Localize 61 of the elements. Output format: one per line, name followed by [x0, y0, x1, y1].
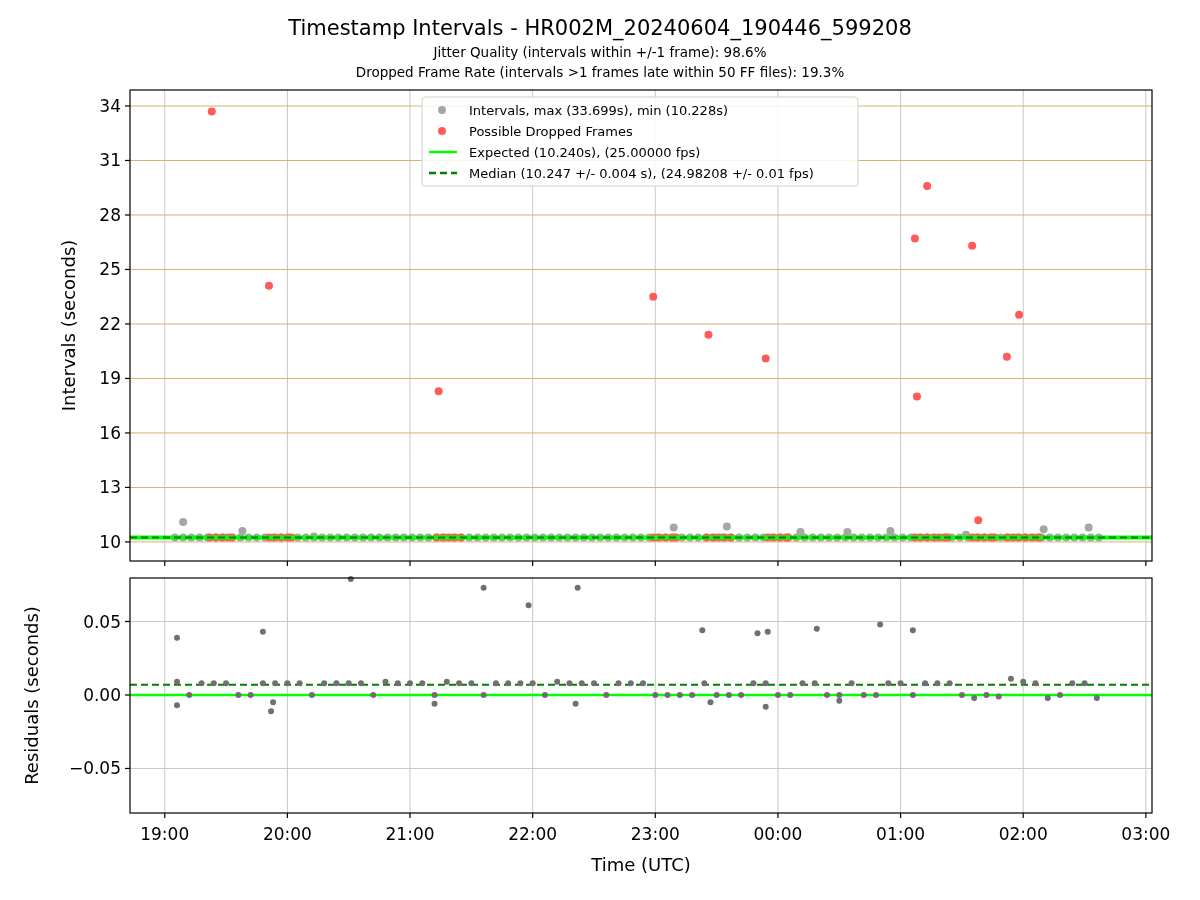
tick-label: 19:00	[140, 824, 190, 844]
tick-mark	[1145, 812, 1147, 819]
tick-mark	[654, 560, 656, 567]
tick-label: 34	[99, 96, 121, 116]
tick-label: 0.05	[83, 611, 121, 632]
tick-label: 20:00	[262, 824, 312, 844]
tick-label: 13	[99, 477, 121, 498]
tick-mark	[124, 268, 131, 271]
tick-mark	[409, 560, 411, 567]
tick-mark	[900, 560, 902, 567]
tick-label: 00:00	[753, 824, 803, 844]
legend-label: Intervals, max (33.699s), min (10.228s)	[469, 102, 728, 118]
tick-mark	[124, 694, 131, 696]
tick-mark	[532, 560, 534, 567]
tick-mark	[409, 812, 411, 819]
tick-mark	[124, 214, 131, 216]
tick-label: 31	[99, 150, 121, 171]
tick-label: 02:00	[998, 824, 1048, 844]
figure-title: Timestamp Intervals - HR002M_20240604_190446_599208	[288, 15, 912, 42]
tick-mark	[124, 486, 131, 489]
tick-mark	[124, 159, 131, 162]
tick-label: 25	[99, 259, 121, 280]
tick-mark	[1022, 812, 1024, 819]
tick-mark	[777, 560, 779, 567]
tick-mark	[164, 812, 166, 819]
axis-title: Intervals (seconds)	[58, 239, 79, 412]
tick-mark	[286, 560, 288, 567]
tick-label: 28	[99, 204, 121, 225]
tick-label: 19	[99, 368, 121, 389]
tick-label: −0.05	[68, 758, 121, 779]
tick-mark	[124, 620, 131, 623]
tick-label: 22	[99, 313, 121, 334]
tick-label: 16	[99, 422, 121, 443]
tick-label: 23:00	[630, 824, 680, 844]
tick-label: 21:00	[385, 824, 435, 844]
legend-label: Expected (10.240s), (25.00000 fps)	[469, 144, 701, 160]
tick-label: 10	[99, 531, 121, 552]
tick-mark	[532, 812, 534, 819]
tick-mark	[900, 812, 902, 819]
tick-mark	[124, 767, 131, 770]
tick-label: 22:00	[508, 824, 558, 844]
tick-mark	[777, 812, 779, 819]
figure-subtitle: Jitter Quality (intervals within +/-1 frame): 98.6%	[433, 43, 767, 62]
tick-label: 03:00	[1121, 824, 1171, 844]
tick-mark	[164, 560, 166, 567]
tick-label: 0.00	[83, 685, 121, 705]
tick-mark	[1022, 560, 1024, 567]
tick-mark	[124, 105, 131, 107]
tick-mark	[124, 377, 131, 380]
tick-label: 01:00	[876, 824, 926, 844]
tick-mark	[124, 323, 131, 325]
axis-title: Residuals (seconds)	[21, 606, 42, 785]
tick-mark	[286, 812, 288, 819]
tick-mark	[124, 541, 131, 543]
tick-mark	[1145, 560, 1147, 567]
legend-label: Possible Dropped Frames	[469, 123, 633, 139]
axis-title: Time (UTC)	[591, 854, 691, 875]
figure-subtitle: Dropped Frame Rate (intervals >1 frames late within 50 FF files): 19.3%	[355, 63, 845, 82]
tick-mark	[124, 432, 131, 434]
tick-mark	[654, 812, 656, 819]
legend-label: Median (10.247 +/- 0.004 s), (24.98208 +/- 0.01 fps)	[469, 165, 814, 181]
